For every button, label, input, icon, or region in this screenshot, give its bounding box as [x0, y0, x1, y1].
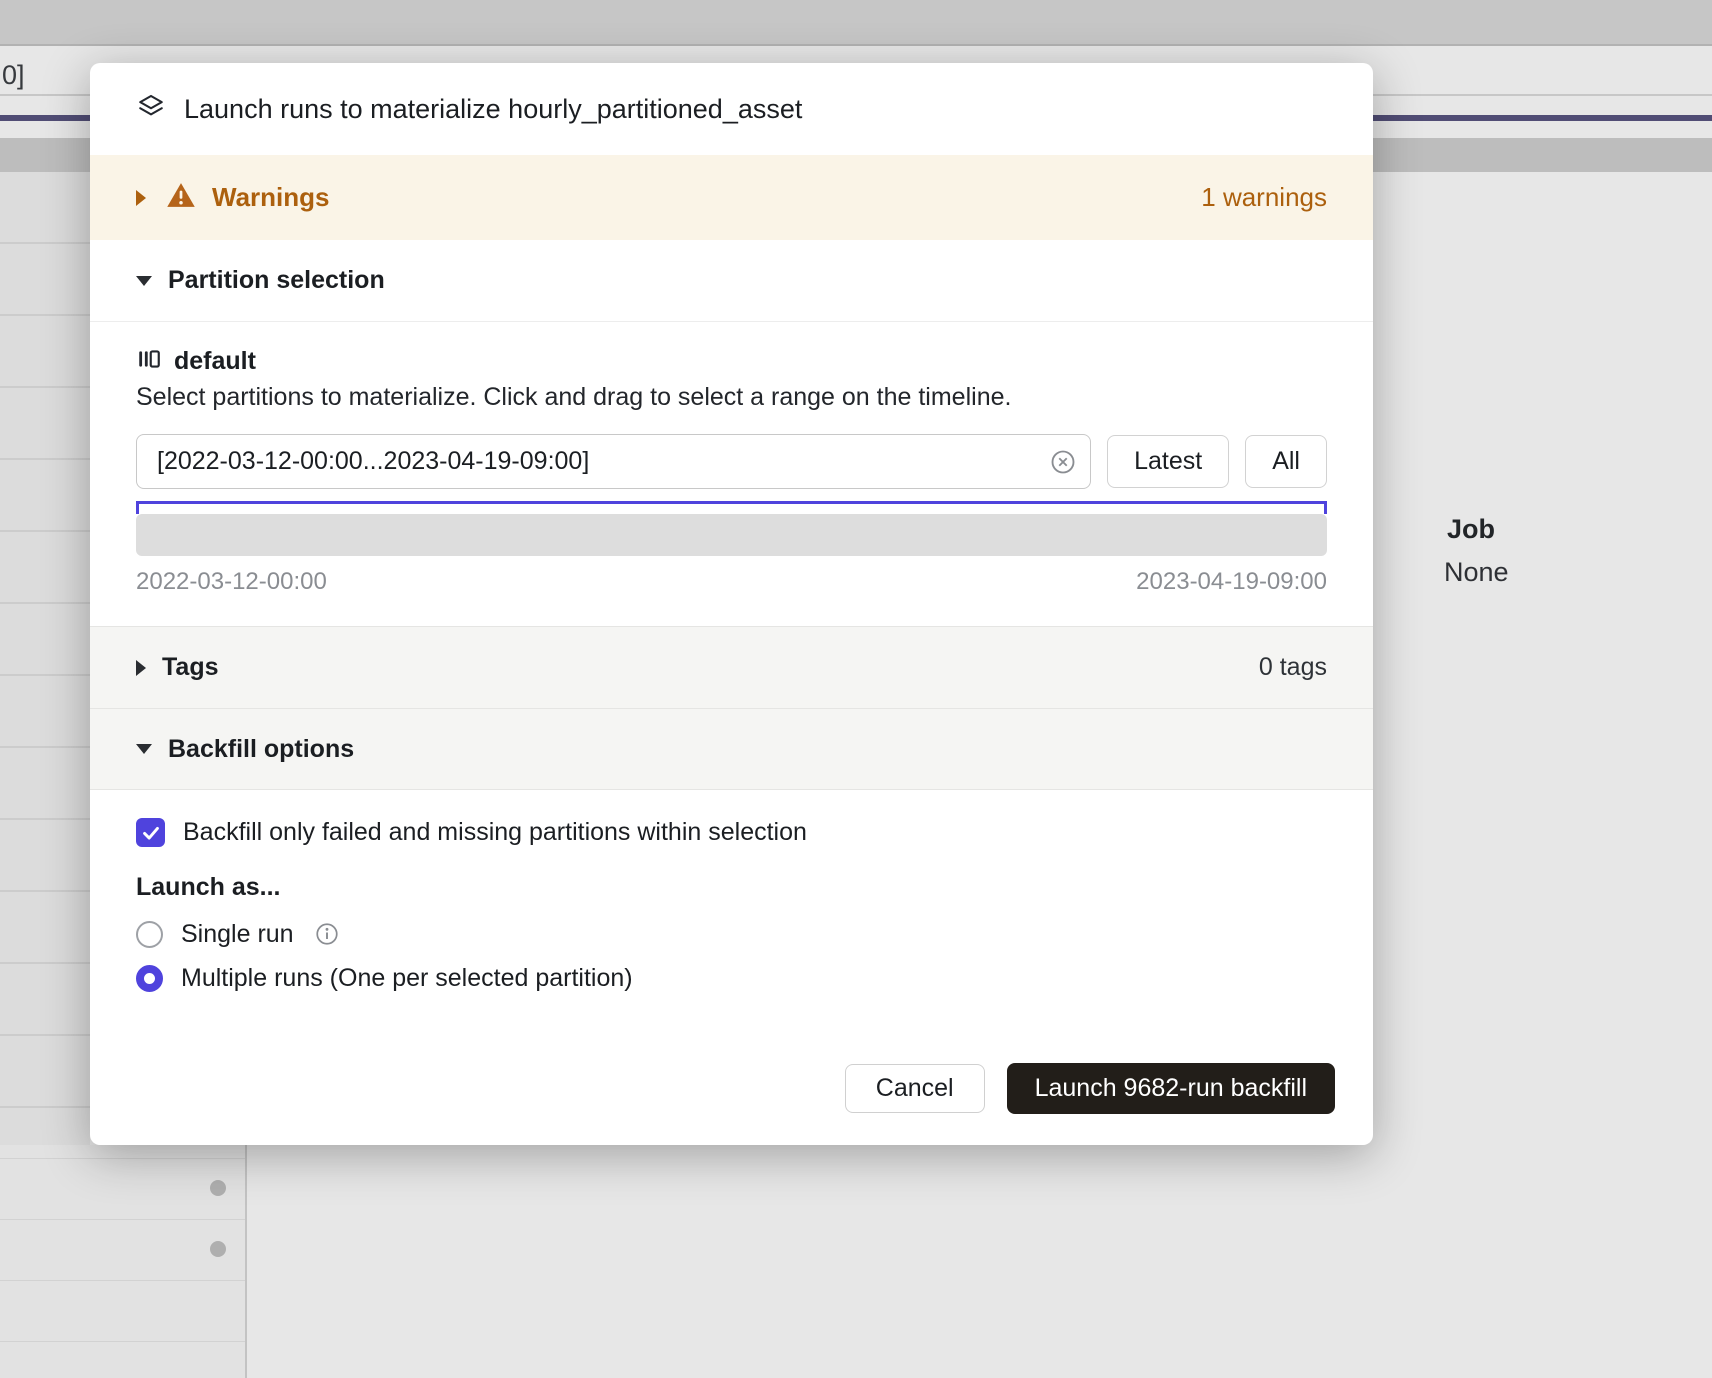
materialize-layers-icon	[136, 92, 166, 127]
timeline-selection-line	[136, 501, 1327, 504]
timeline-end-tick	[1324, 501, 1327, 514]
partition-range-input[interactable]	[136, 434, 1091, 489]
dialog-header: Launch runs to materialize hourly_partit…	[90, 63, 1373, 155]
backfill-options-label: Backfill options	[168, 735, 354, 764]
timeline-labels: 2022-03-12-00:00 2023-04-19-09:00	[136, 568, 1327, 596]
latest-button[interactable]: Latest	[1107, 435, 1229, 488]
launch-as-label: Launch as...	[136, 873, 1327, 902]
timeline-start-tick	[136, 501, 139, 514]
partition-range-input-wrap	[136, 434, 1091, 489]
dialog-footer: Cancel Launch 9682-run backfill	[90, 1063, 1373, 1145]
partition-timeline: 2022-03-12-00:00 2023-04-19-09:00	[136, 501, 1327, 596]
single-run-radio[interactable]	[136, 921, 163, 948]
backfill-checkbox-label: Backfill only failed and missing partiti…	[183, 818, 807, 847]
warning-triangle-icon	[166, 180, 196, 215]
partitions-icon	[136, 346, 162, 377]
timeline-range-end: 2023-04-19-09:00	[1136, 568, 1327, 596]
launch-backfill-button[interactable]: Launch 9682-run backfill	[1007, 1063, 1335, 1114]
chevron-right-icon	[136, 660, 146, 676]
timeline-range-start: 2022-03-12-00:00	[136, 568, 327, 596]
backfill-options-section-header[interactable]: Backfill options	[90, 708, 1373, 790]
partition-input-row: Latest All	[136, 434, 1327, 489]
chevron-down-icon	[136, 276, 152, 286]
chevron-right-icon	[136, 190, 146, 206]
all-button[interactable]: All	[1245, 435, 1327, 488]
dimension-row: default	[136, 346, 1327, 377]
tags-count: 0 tags	[1259, 653, 1327, 682]
backfill-failed-missing-checkbox-row[interactable]: Backfill only failed and missing partiti…	[136, 818, 1327, 847]
dialog-title: Launch runs to materialize hourly_partit…	[184, 94, 802, 125]
partition-selection-body: default Select partitions to materialize…	[90, 322, 1373, 626]
clear-input-icon[interactable]	[1049, 448, 1077, 476]
partition-selection-description: Select partitions to materialize. Click …	[136, 383, 1327, 412]
partition-selection-label: Partition selection	[168, 266, 385, 295]
launch-backfill-dialog: Launch runs to materialize hourly_partit…	[90, 63, 1373, 1145]
tags-section-header[interactable]: Tags 0 tags	[90, 626, 1373, 708]
multiple-runs-label: Multiple runs (One per selected partitio…	[181, 964, 633, 993]
timeline-track[interactable]	[136, 514, 1327, 556]
multiple-runs-radio[interactable]	[136, 965, 163, 992]
checked-checkbox-icon[interactable]	[136, 818, 165, 847]
cancel-button[interactable]: Cancel	[845, 1064, 985, 1113]
backfill-options-body: Backfill only failed and missing partiti…	[90, 790, 1373, 1018]
info-icon[interactable]	[314, 921, 340, 947]
single-run-label: Single run	[181, 920, 294, 949]
warnings-section-header[interactable]: Warnings 1 warnings	[90, 155, 1373, 240]
tags-label: Tags	[162, 653, 219, 682]
multiple-runs-radio-row[interactable]: Multiple runs (One per selected partitio…	[136, 956, 1327, 1000]
chevron-down-icon	[136, 744, 152, 754]
partition-selection-section-header[interactable]: Partition selection	[90, 240, 1373, 322]
warnings-label: Warnings	[212, 182, 329, 213]
dimension-name: default	[174, 347, 256, 376]
single-run-radio-row[interactable]: Single run	[136, 912, 1327, 956]
warnings-count: 1 warnings	[1201, 182, 1327, 213]
